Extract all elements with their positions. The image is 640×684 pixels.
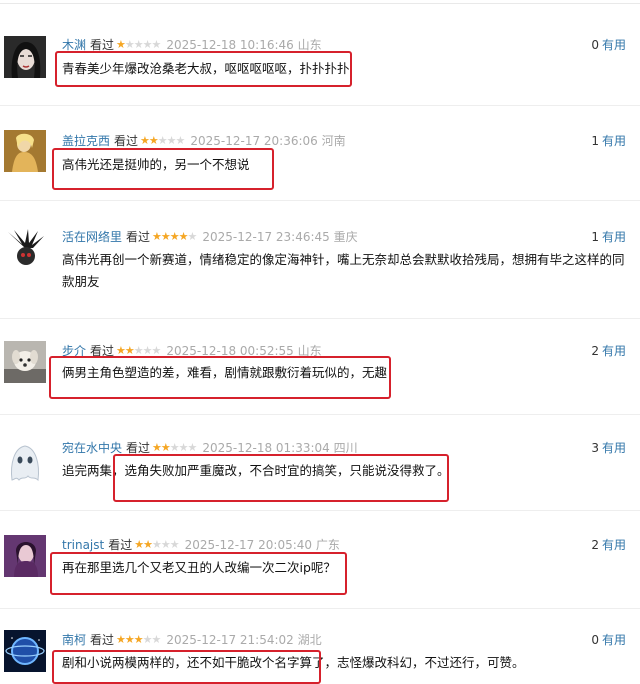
username-link[interactable]: 步介 [62, 344, 86, 358]
avatar[interactable] [4, 440, 46, 482]
rating-stars: ★★★★★ [134, 538, 179, 551]
vote-number: 2 [591, 344, 599, 358]
comment-meta: 步介 看过 ★★★★★ 2025-12-18 00:52:55 山东 [62, 342, 322, 360]
comment-text: 剧和小说两模两样的，还不如干脆改个名字算了，志怪爆改科幻，不过还行，可赞。 [62, 655, 525, 670]
watched-label: 看过 [108, 538, 133, 552]
comment-location: 重庆 [333, 230, 358, 244]
useful-button[interactable]: 有用 [602, 441, 626, 455]
vote-number: 0 [591, 633, 599, 647]
avatar[interactable] [4, 341, 46, 383]
divider [0, 105, 640, 106]
rating-stars: ★★★★★ [116, 633, 161, 646]
useful-button[interactable]: 有用 [602, 230, 626, 244]
useful-button[interactable]: 有用 [602, 538, 626, 552]
vote-count: 0 有用 [591, 631, 626, 649]
vote-count: 3 有用 [591, 439, 626, 457]
rating-stars: ★★★★★ [116, 344, 161, 357]
avatar[interactable] [4, 36, 46, 78]
comment-location: 湖北 [297, 633, 322, 647]
useful-button[interactable]: 有用 [602, 134, 626, 148]
rating-stars: ★★★★★ [152, 441, 197, 454]
vote-number: 1 [591, 230, 599, 244]
divider [0, 318, 640, 319]
username-link[interactable]: 木渊 [62, 38, 86, 52]
comment-time: 2025-12-18 10:16:46 [166, 38, 294, 52]
divider [0, 414, 640, 415]
comment-text: 俩男主角色塑造的差，难看，剧情就跟敷衍着玩似的，无趣 [62, 365, 388, 380]
useful-button[interactable]: 有用 [602, 633, 626, 647]
watched-label: 看过 [90, 633, 115, 647]
comment-text: 高伟光还是挺帅的，另一个不想说 [62, 157, 250, 172]
comment-text: 青春美少年爆改沧桑老大叔，呕呕呕呕呕，扑扑扑扑 [62, 61, 350, 76]
vote-number: 3 [591, 441, 599, 455]
username-link[interactable]: 活在网络里 [62, 230, 122, 244]
comment-location: 山东 [297, 344, 322, 358]
watched-label: 看过 [90, 344, 115, 358]
comment-text: 高伟光再创一个新赛道，情绪稳定的像定海神针，嘴上无奈却总会默默收拾残局，想拥有毕… [62, 252, 625, 289]
comment-time: 2025-12-17 20:36:06 [190, 134, 318, 148]
avatar[interactable] [4, 630, 46, 672]
comment-meta: 盖拉克西 看过 ★★★★★ 2025-12-17 20:36:06 河南 [62, 132, 346, 150]
rating-stars: ★★★★★ [116, 38, 161, 51]
comment-location: 山东 [297, 38, 322, 52]
comment-time: 2025-12-17 21:54:02 [166, 633, 294, 647]
comment-text: 再在那里选几个又老又丑的人改编一次二次ip呢？ [62, 560, 336, 575]
username-link[interactable]: 盖拉克西 [62, 134, 110, 148]
top-divider [0, 3, 640, 4]
watched-label: 看过 [90, 38, 115, 52]
vote-count: 2 有用 [591, 536, 626, 554]
watched-label: 看过 [126, 441, 151, 455]
comment-meta: 南柯 看过 ★★★★★ 2025-12-17 21:54:02 湖北 [62, 631, 322, 649]
comment-meta: 活在网络里 看过 ★★★★★ 2025-12-17 23:46:45 重庆 [62, 228, 358, 246]
watched-label: 看过 [126, 230, 151, 244]
useful-button[interactable]: 有用 [602, 38, 626, 52]
avatar[interactable] [4, 228, 46, 270]
comment-location: 四川 [333, 441, 358, 455]
vote-count: 1 有用 [591, 132, 626, 150]
useful-button[interactable]: 有用 [602, 344, 626, 358]
rating-stars: ★★★★★ [152, 230, 197, 243]
username-link[interactable]: trinajst [62, 538, 104, 552]
comment-meta: 宛在水中央 看过 ★★★★★ 2025-12-18 01:33:04 四川 [62, 439, 358, 457]
avatar[interactable] [4, 130, 46, 172]
vote-number: 2 [591, 538, 599, 552]
comment-meta: 木渊 看过 ★★★★★ 2025-12-18 10:16:46 山东 [62, 36, 322, 54]
vote-number: 1 [591, 134, 599, 148]
vote-count: 0 有用 [591, 36, 626, 54]
comment-time: 2025-12-18 00:52:55 [166, 344, 294, 358]
vote-count: 2 有用 [591, 342, 626, 360]
vote-count: 1 有用 [591, 228, 626, 246]
comment-meta: trinajst 看过 ★★★★★ 2025-12-17 20:05:40 广东 [62, 536, 340, 554]
watched-label: 看过 [114, 134, 139, 148]
username-link[interactable]: 宛在水中央 [62, 441, 122, 455]
username-link[interactable]: 南柯 [62, 633, 86, 647]
comment-location: 河南 [321, 134, 346, 148]
comment-time: 2025-12-17 23:46:45 [202, 230, 330, 244]
divider [0, 200, 640, 201]
comment-text: 追完两集，选角失败加严重魔改，不合时宜的搞笑，只能说没得救了。 [62, 463, 450, 478]
comment-time: 2025-12-17 20:05:40 [184, 538, 313, 552]
comment-time: 2025-12-18 01:33:04 [202, 441, 330, 455]
vote-number: 0 [591, 38, 599, 52]
divider [0, 510, 640, 511]
divider [0, 608, 640, 609]
avatar[interactable] [4, 535, 46, 577]
comment-location: 广东 [315, 538, 340, 552]
rating-stars: ★★★★★ [140, 134, 185, 147]
